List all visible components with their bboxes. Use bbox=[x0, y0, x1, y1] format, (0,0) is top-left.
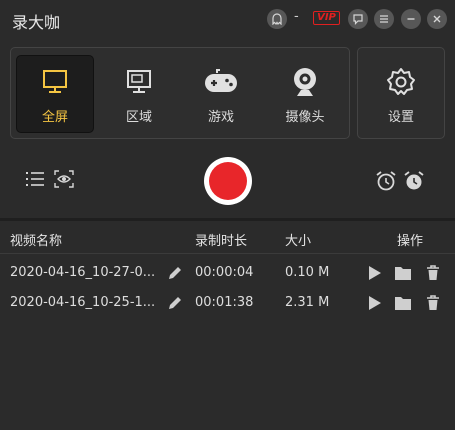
app-title: 录大咖 bbox=[12, 13, 61, 32]
settings-button[interactable]: 设置 bbox=[363, 56, 439, 132]
alarm-clock-filled-icon[interactable] bbox=[403, 170, 425, 192]
table-row[interactable]: 2020-04-16_10-27-0... 00:00:04 0.10 M bbox=[0, 258, 455, 288]
row-size: 0.10 M bbox=[285, 265, 330, 280]
play-icon[interactable] bbox=[366, 294, 384, 312]
trash-icon[interactable] bbox=[424, 294, 442, 312]
list-icon[interactable] bbox=[25, 170, 45, 188]
title-bar: 录大咖 - VIP bbox=[0, 0, 455, 38]
table-row[interactable]: 2020-04-16_10-25-1... 00:01:38 2.31 M bbox=[0, 288, 455, 318]
mode-region[interactable]: 区域 bbox=[101, 56, 177, 132]
close-icon[interactable] bbox=[427, 9, 447, 29]
mode-region-label: 区域 bbox=[125, 110, 152, 125]
header-actions: 操作 bbox=[397, 234, 424, 249]
vip-badge[interactable]: VIP bbox=[313, 11, 340, 25]
mode-webcam[interactable]: 摄像头 bbox=[267, 56, 343, 132]
row-size: 2.31 M bbox=[285, 295, 330, 310]
row-duration: 00:01:38 bbox=[195, 295, 254, 310]
record-button[interactable] bbox=[204, 157, 252, 205]
monitor-icon bbox=[40, 66, 70, 98]
gear-icon bbox=[385, 66, 417, 98]
rename-pencil-icon[interactable] bbox=[166, 294, 184, 312]
settings-panel[interactable]: 设置 bbox=[357, 47, 445, 139]
row-duration: 00:00:04 bbox=[195, 265, 254, 280]
header-size: 大小 bbox=[285, 234, 312, 249]
preview-eye-icon[interactable] bbox=[54, 170, 74, 188]
minimize-icon[interactable] bbox=[401, 9, 421, 29]
folder-icon[interactable] bbox=[394, 264, 412, 282]
alarm-clock-icon[interactable] bbox=[375, 170, 397, 192]
trash-icon[interactable] bbox=[424, 264, 442, 282]
record-dot-icon bbox=[209, 162, 247, 200]
webcam-icon bbox=[290, 66, 320, 98]
bottom-bar bbox=[0, 418, 455, 430]
mode-game-label: 游戏 bbox=[207, 110, 234, 125]
settings-label: 设置 bbox=[387, 110, 414, 125]
region-monitor-icon bbox=[124, 66, 154, 98]
table-header: 视频名称 录制时长 大小 操作 bbox=[0, 221, 455, 254]
gamepad-icon bbox=[203, 66, 239, 98]
header-duration: 录制时长 bbox=[195, 234, 248, 249]
chat-icon[interactable] bbox=[348, 9, 368, 29]
mode-game[interactable]: 游戏 bbox=[183, 56, 259, 132]
mode-fullscreen-label: 全屏 bbox=[41, 110, 68, 125]
play-icon[interactable] bbox=[366, 264, 384, 282]
row-name: 2020-04-16_10-25-1... bbox=[10, 295, 156, 310]
menu-icon[interactable] bbox=[374, 9, 394, 29]
ghost-icon[interactable] bbox=[267, 9, 287, 29]
mode-panel: 全屏 区域 游戏 摄像头 bbox=[10, 47, 350, 139]
rename-pencil-icon[interactable] bbox=[166, 264, 184, 282]
folder-icon[interactable] bbox=[394, 294, 412, 312]
header-name: 视频名称 bbox=[10, 234, 63, 249]
mode-webcam-label: 摄像头 bbox=[285, 110, 325, 125]
title-dash: - bbox=[294, 9, 299, 24]
row-name: 2020-04-16_10-27-0... bbox=[10, 265, 156, 280]
mode-fullscreen[interactable]: 全屏 bbox=[17, 56, 93, 132]
